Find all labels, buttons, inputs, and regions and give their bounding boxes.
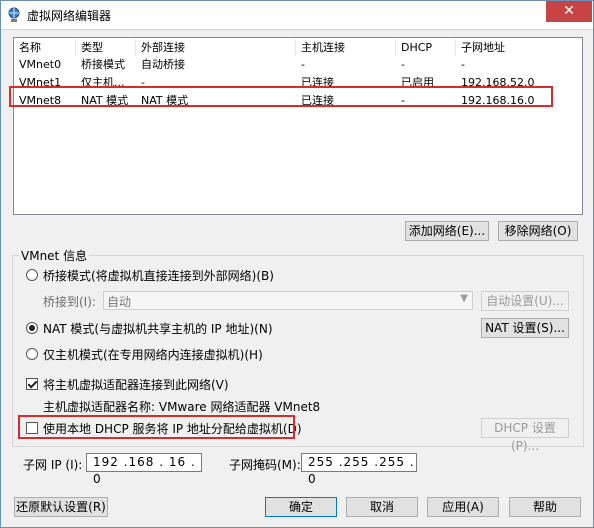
network-list[interactable]: 名称 类型 外部连接 主机连接 DHCP 子网地址 VMnet0 桥接模式 自动… [13,37,583,215]
column-header-name[interactable]: 名称 [14,39,76,56]
connect-adapter-label[interactable]: 将主机虚拟适配器连接到此网络(V) [43,376,229,393]
subnet-mask-input[interactable]: 255 .255 .255 . 0 [301,453,417,486]
title-bar: 虚拟网络编辑器 ✕ [1,1,593,30]
dhcp-settings-button[interactable]: DHCP 设置(P)... [481,418,569,453]
cell-subnet: - [461,58,465,71]
cell-name: VMnet0 [19,58,62,71]
restore-defaults-button[interactable]: 还原默认设置(R) [14,497,108,517]
remove-network-button[interactable]: 移除网络(O) [498,221,578,241]
subnet-mask-label: 子网掩码(M): [229,458,301,472]
cell-type: 桥接模式 [81,58,125,71]
bridge-to-select[interactable]: 自动 ▼ [103,291,473,310]
network-globe-icon [8,7,20,22]
bridge-to-label: 桥接到(I): [43,295,96,309]
bridged-mode-radio[interactable] [26,269,38,281]
nat-settings-button[interactable]: NAT 设置(S)... [481,318,569,338]
cell-host: - [301,58,305,71]
column-header-subnet[interactable]: 子网地址 [456,39,582,56]
bridge-to-value: 自动 [107,295,132,309]
table-row[interactable]: VMnet0 桥接模式 自动桥接 - - - [14,56,582,74]
close-icon: ✕ [563,3,575,19]
auto-settings-button[interactable]: 自动设置(U)... [481,291,569,311]
help-button[interactable]: 帮助 [509,497,581,517]
column-header-type[interactable]: 类型 [76,39,136,56]
highlight-outline-vmnet8 [9,86,553,107]
close-button[interactable]: ✕ [546,1,592,22]
bridged-mode-label[interactable]: 桥接模式(将虚拟机直接连接到外部网络)(B) [43,267,274,284]
subnet-ip-input[interactable]: 192 .168 . 16 . 0 [86,453,202,486]
apply-button[interactable]: 应用(A) [427,497,499,517]
column-header-dhcp[interactable]: DHCP [396,39,456,56]
subnet-ip-label: 子网 IP (I): [23,458,83,472]
highlight-outline-dhcp [18,415,295,439]
ok-button[interactable]: 确定 [265,497,337,517]
cell-dhcp: - [401,58,405,71]
cancel-button[interactable]: 取消 [346,497,418,517]
nat-mode-label[interactable]: NAT 模式(与虚拟机共享主机的 IP 地址)(N) [43,320,273,337]
host-only-radio[interactable] [26,348,38,360]
column-header-external[interactable]: 外部连接 [136,39,296,56]
vmnet-info-title: VMnet 信息 [19,247,90,264]
nat-mode-radio[interactable] [26,322,38,334]
chevron-down-icon: ▼ [460,293,468,304]
virtual-network-editor-window: 虚拟网络编辑器 ✕ 名称 类型 外部连接 主机连接 DHCP 子网地址 VMne… [0,0,594,528]
adapter-name-text: 主机虚拟适配器名称: VMware 网络适配器 VMnet8 [43,400,321,414]
connect-adapter-checkbox[interactable] [26,378,38,390]
host-only-label[interactable]: 仅主机模式(在专用网络内连接虚拟机)(H) [43,346,263,363]
column-header-host[interactable]: 主机连接 [296,39,396,56]
window-title: 虚拟网络编辑器 [27,9,112,23]
list-header: 名称 类型 外部连接 主机连接 DHCP 子网地址 [14,38,582,56]
cell-external: 自动桥接 [141,58,185,71]
add-network-button[interactable]: 添加网络(E)... [405,221,489,241]
